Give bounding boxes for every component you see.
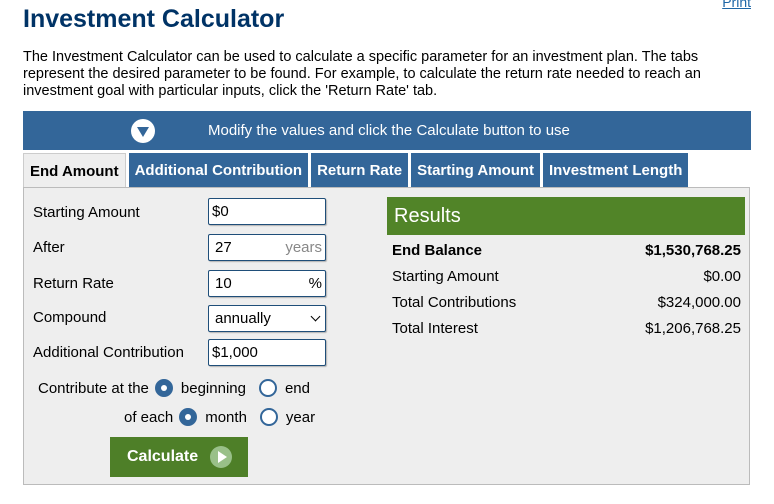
calculator-panel: Starting Amount $0 After 27 years Return… — [23, 187, 750, 485]
additional-contribution-value: $1,000 — [212, 344, 258, 361]
compound-select[interactable]: annually — [208, 305, 326, 332]
after-years-input[interactable]: 27 years — [208, 234, 326, 261]
play-icon — [210, 446, 232, 468]
print-link[interactable]: Print — [722, 0, 751, 10]
compound-label: Compound — [33, 309, 107, 326]
return-rate-label: Return Rate — [33, 275, 114, 292]
starting-amount-value: $0 — [212, 203, 229, 220]
radio-beginning[interactable] — [154, 379, 173, 397]
radio-year[interactable] — [259, 408, 278, 426]
chevron-down-icon — [310, 311, 321, 322]
result-value: $1,530,768.25 — [645, 242, 741, 259]
calculate-button-label: Calculate — [127, 448, 199, 465]
result-row-total-interest: Total Interest $1,206,768.25 — [392, 320, 741, 337]
of-each-row: of each month year — [124, 408, 315, 426]
calculate-button[interactable]: Calculate — [110, 437, 248, 477]
additional-contribution-input[interactable]: $1,000 — [208, 339, 326, 366]
starting-amount-label: Starting Amount — [33, 204, 140, 221]
result-row-starting-amount: Starting Amount $0.00 — [392, 268, 741, 285]
page-title: Investment Calculator — [23, 5, 285, 33]
results-title: Results — [394, 204, 461, 227]
compound-value: annually — [215, 310, 271, 327]
intro-text: The Investment Calculator can be used to… — [23, 49, 701, 99]
return-rate-value: 10 — [215, 275, 232, 292]
result-value: $1,206,768.25 — [645, 320, 741, 337]
tab-return-rate[interactable]: Return Rate — [311, 153, 409, 187]
instruction-banner: Modify the values and click the Calculat… — [23, 111, 751, 150]
additional-contribution-label: Additional Contribution — [33, 344, 184, 361]
return-rate-input[interactable]: 10 % — [208, 270, 326, 297]
radio-year-label: year — [285, 408, 316, 426]
radio-end[interactable] — [258, 379, 277, 397]
tab-starting-amount[interactable]: Starting Amount — [411, 153, 541, 187]
of-each-label: of each — [124, 408, 174, 426]
after-years-value: 27 — [215, 239, 232, 256]
tab-additional-contribution[interactable]: Additional Contribution — [128, 153, 309, 187]
after-label: After — [33, 239, 65, 256]
contribute-at-row: Contribute at the beginning end — [38, 379, 310, 397]
contribute-at-label: Contribute at the — [38, 379, 149, 397]
result-value: $324,000.00 — [657, 294, 741, 311]
result-value: $0.00 — [703, 268, 741, 285]
calculator-tabs: End Amount Additional Contribution Retur… — [23, 153, 691, 188]
result-row-end-balance: End Balance $1,530,768.25 — [392, 242, 741, 259]
result-label: End Balance — [392, 242, 483, 259]
banner-text: Modify the values and click the Calculat… — [208, 122, 570, 139]
tab-investment-length[interactable]: Investment Length — [543, 153, 689, 187]
result-label: Total Interest — [392, 320, 478, 337]
results-header: Results — [387, 197, 745, 235]
result-row-total-contributions: Total Contributions $324,000.00 — [392, 294, 741, 311]
result-label: Starting Amount — [392, 268, 499, 285]
radio-month[interactable] — [179, 408, 198, 426]
percent-unit: % — [308, 275, 322, 292]
radio-end-label: end — [284, 379, 310, 397]
years-unit: years — [285, 239, 322, 256]
radio-beginning-label: beginning — [180, 379, 246, 397]
tab-end-amount[interactable]: End Amount — [23, 153, 126, 188]
result-label: Total Contributions — [392, 294, 517, 311]
starting-amount-input[interactable]: $0 — [208, 198, 326, 225]
radio-month-label: month — [205, 408, 247, 426]
chevron-down-circle-icon[interactable] — [131, 119, 155, 143]
